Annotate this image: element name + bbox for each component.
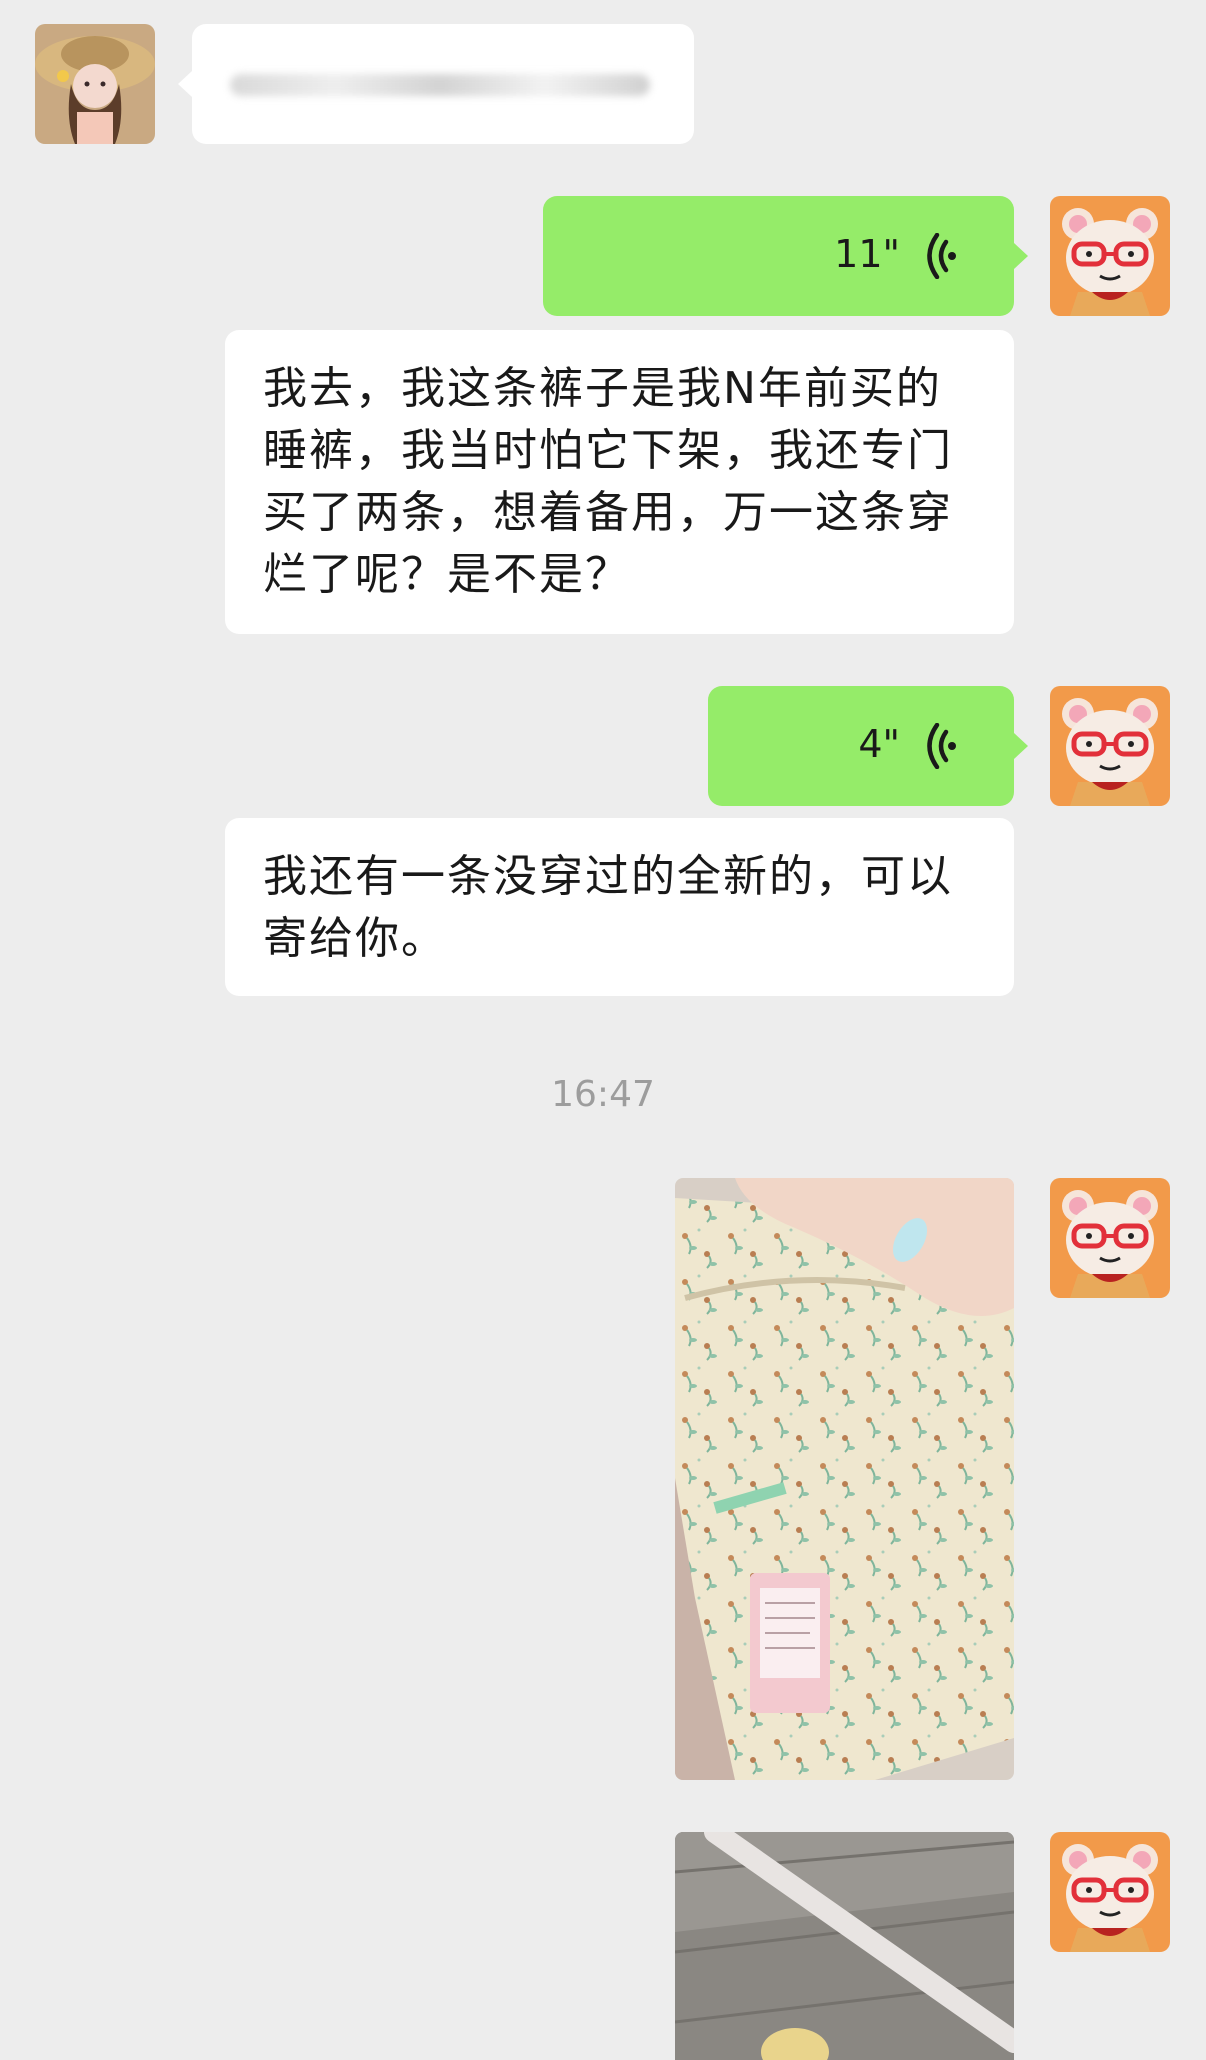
- message-line: 买了两条，想着备用，万一这条穿: [263, 487, 953, 538]
- bubble-tail: [178, 71, 192, 97]
- self-avatar[interactable]: [1050, 1832, 1170, 1952]
- message-line: 我还有一条没穿过的全新的，可以: [263, 851, 953, 902]
- message-bubble-received[interactable]: [178, 24, 694, 144]
- voice-message-bubble[interactable]: 4": [708, 686, 1028, 806]
- voice-message-bubble[interactable]: 11": [543, 196, 1028, 316]
- photo-image: [675, 1178, 1014, 1780]
- message-line: 睡裤，我当时怕它下架，我还专门: [263, 425, 953, 476]
- voice-wave-icon: [927, 233, 956, 279]
- self-avatar[interactable]: [1050, 196, 1170, 316]
- bubble-tail: [1014, 733, 1028, 759]
- message-text: 我还有一条没穿过的全新的，可以 寄给你。: [225, 818, 1014, 998]
- self-avatar[interactable]: [1050, 1178, 1170, 1298]
- chat-timestamp: 16:47: [551, 1074, 655, 1115]
- photo-image: [675, 1832, 1014, 2060]
- blurred-message-text: [230, 74, 650, 96]
- voice-duration: 11": [834, 232, 900, 276]
- voice-duration: 4": [858, 722, 900, 766]
- message-line: 我去，我这条裤子是我N年前买的: [263, 363, 942, 414]
- self-avatar[interactable]: [1050, 686, 1170, 806]
- voice-wave-icon: [927, 723, 956, 769]
- message-line: 寄给你。: [263, 913, 447, 964]
- message-bubble-received[interactable]: 我还有一条没穿过的全新的，可以 寄给你。: [225, 818, 1014, 996]
- contact-avatar[interactable]: [35, 24, 155, 144]
- message-bubble-received[interactable]: 我去，我这条裤子是我N年前买的 睡裤，我当时怕它下架，我还专门 买了两条，想着备…: [225, 330, 1014, 634]
- image-message[interactable]: [675, 1178, 1014, 1780]
- bubble-tail: [1014, 243, 1028, 269]
- image-message[interactable]: [675, 1832, 1014, 2060]
- message-line: 烂了呢？是不是？: [263, 549, 631, 600]
- message-text: 我去，我这条裤子是我N年前买的 睡裤，我当时怕它下架，我还专门 买了两条，想着备…: [225, 330, 1014, 634]
